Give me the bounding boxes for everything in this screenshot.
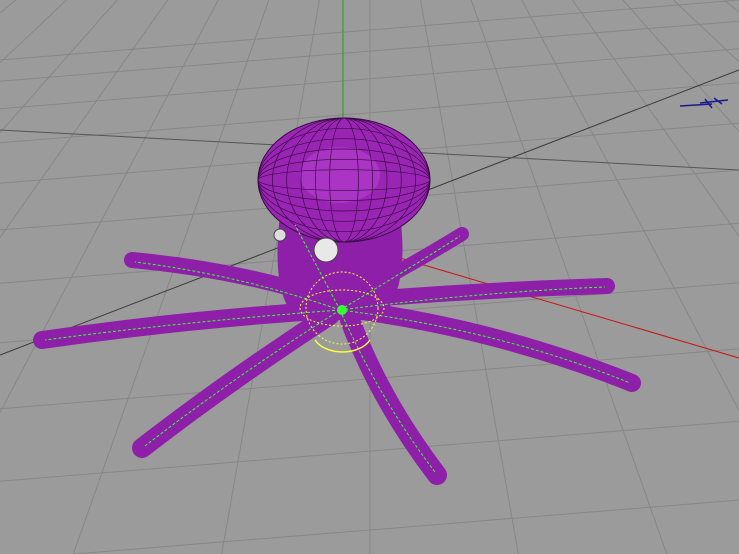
head-highlight [300,147,380,203]
grid-line [0,0,169,238]
grid-line [73,499,739,554]
eye-left [273,228,287,242]
grid-line [0,0,118,133]
grid-line [470,0,668,554]
viewport-scene[interactable] [0,0,739,554]
grid-line [0,0,67,64]
grid-line [622,0,739,132]
grid-line [723,0,739,13]
grid-line [673,0,739,63]
view-axis-indicator-icon [679,97,729,109]
eye-right [313,237,339,263]
grid-line [0,0,219,413]
grid-line [571,0,739,237]
3d-viewport[interactable] [0,0,739,554]
x-axis-line [399,257,739,359]
grid-line [0,0,17,14]
